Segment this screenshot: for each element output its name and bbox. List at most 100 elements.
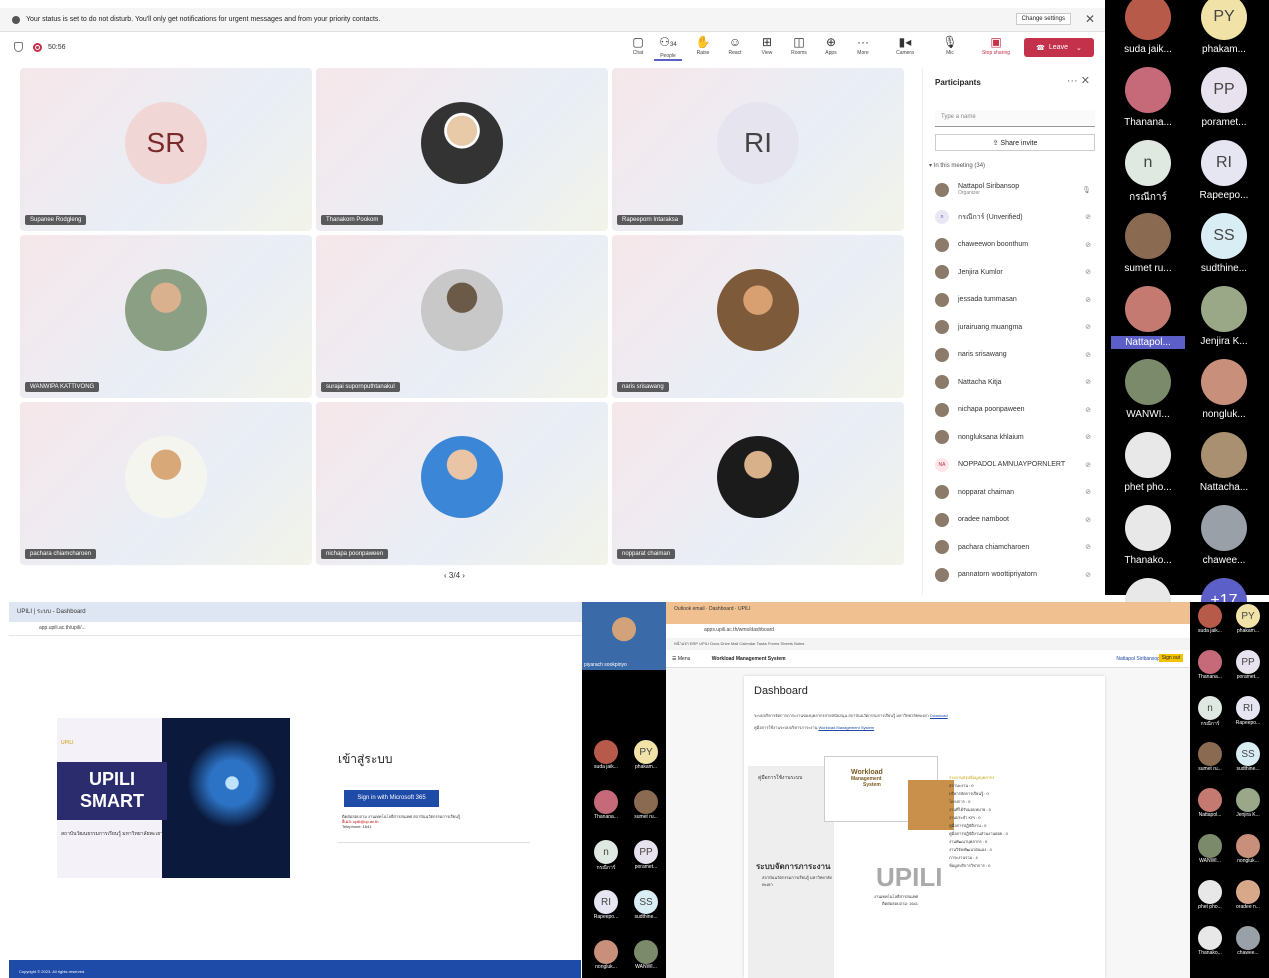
gallery-participant[interactable]: Nattapol... bbox=[1111, 286, 1185, 349]
gallery-participant[interactable]: Thanako... bbox=[1192, 926, 1228, 956]
react-button[interactable]: ☺ React bbox=[721, 35, 749, 56]
dnd-notification-bar: Your status is set to do not disturb. Yo… bbox=[0, 8, 1105, 32]
gallery-participant[interactable]: chawee... bbox=[1230, 926, 1266, 956]
menu-label[interactable]: Menu bbox=[678, 656, 691, 662]
more-button[interactable]: ··· More bbox=[849, 35, 877, 56]
mic-button[interactable]: 🎙︎ Mic bbox=[936, 35, 964, 56]
video-tile[interactable]: pachara chiamcharoen bbox=[20, 402, 312, 565]
rooms-button[interactable]: ◫ Rooms bbox=[785, 35, 813, 56]
share-invite-button[interactable]: ⇪ Share invite bbox=[935, 134, 1095, 151]
gallery-participant[interactable]: suda jaik... bbox=[1111, 0, 1185, 55]
close-icon[interactable]: ✕ bbox=[1085, 12, 1095, 26]
raise-hand-button[interactable]: ✋ Raise bbox=[689, 35, 717, 56]
chevron-right-icon[interactable]: › bbox=[462, 571, 465, 580]
gallery-participant[interactable]: Nattapol... bbox=[1192, 788, 1228, 818]
bookmarks-bar[interactable]: หน้าแรก ERP UPILI Docs Drive Mail Calend… bbox=[666, 638, 1190, 650]
participant-row[interactable]: jurairuang muangma ⊘ bbox=[935, 314, 1099, 342]
gallery-participant[interactable]: WANWI... bbox=[1192, 834, 1228, 864]
gallery-participant[interactable]: Jenjira K... bbox=[1187, 286, 1261, 347]
gallery-participant[interactable]: sumet ru... bbox=[1192, 742, 1228, 772]
gallery-participant[interactable]: SS sudthine... bbox=[1187, 213, 1261, 274]
gallery-participant[interactable]: nongluk... bbox=[1187, 359, 1261, 420]
user-name[interactable]: Nattapol Siribansop bbox=[1116, 656, 1160, 662]
address-bar[interactable]: app.upili.ac.th/upili/... bbox=[9, 622, 582, 636]
participant-row[interactable]: chaweewon boonthum ⊘ bbox=[935, 231, 1099, 259]
gallery-participant[interactable]: WANWI... bbox=[628, 940, 664, 970]
chevron-left-icon[interactable]: ‹ bbox=[444, 571, 447, 580]
participant-row[interactable]: nopparat chaiman ⊘ bbox=[935, 479, 1099, 507]
address-bar[interactable]: apps.upili.ac.th/wms/dashboard bbox=[666, 624, 1190, 638]
gallery-participant[interactable]: suda jaik... bbox=[588, 740, 624, 770]
download-link[interactable]: Download bbox=[930, 713, 948, 718]
gallery-participant[interactable]: SS sudthine... bbox=[1230, 742, 1266, 772]
gallery-participant[interactable]: PY phakam... bbox=[1187, 0, 1261, 55]
gallery-participant[interactable]: SS sudthine... bbox=[628, 890, 664, 920]
gallery-participant[interactable]: nongluk... bbox=[588, 940, 624, 970]
people-button[interactable]: ⚇34 People bbox=[654, 35, 682, 61]
panel-close-icon[interactable]: ··· ✕ bbox=[1067, 74, 1090, 87]
gallery-participant[interactable]: RI Rapeepo... bbox=[1187, 140, 1261, 201]
video-tile[interactable]: nichapa poonpaween bbox=[316, 402, 608, 565]
sign-out-button[interactable]: Sign out bbox=[1158, 654, 1183, 662]
browser-tab[interactable]: UPILI bbox=[738, 606, 751, 612]
change-settings-button[interactable]: Change settings bbox=[1015, 13, 1071, 25]
gallery-participant[interactable]: n กรณีการ์ bbox=[588, 840, 624, 872]
gallery-participant[interactable]: WANWI... bbox=[1111, 359, 1185, 420]
wms-link[interactable]: Workload Management System bbox=[818, 725, 874, 730]
view-button[interactable]: ⊞ View bbox=[753, 35, 781, 56]
gallery-participant[interactable]: Thanana... bbox=[1192, 650, 1228, 680]
gallery-participant[interactable]: phet pho... bbox=[1192, 880, 1228, 910]
video-tile[interactable]: naris srisawang bbox=[612, 235, 904, 398]
gallery-participant[interactable]: RI Rapeepo... bbox=[588, 890, 624, 920]
stop-sharing-button[interactable]: ▣ Stop sharing bbox=[978, 35, 1014, 56]
gallery-participant[interactable]: PY phakam... bbox=[628, 740, 664, 770]
participant-row[interactable]: NA NOPPADOL AMNUAYPORNLERT ⊘ bbox=[935, 451, 1099, 479]
gallery-participant[interactable]: PP poramet... bbox=[1187, 67, 1261, 128]
gallery-participant[interactable]: Nattacha... bbox=[1187, 432, 1261, 493]
gallery-participant[interactable]: n กรณีการ์ bbox=[1111, 140, 1185, 205]
participant-row[interactable]: Nattapol Siribansop Organizer 🎙︎ bbox=[935, 176, 1099, 204]
gallery-participant[interactable]: phet pho... bbox=[1111, 432, 1185, 493]
video-tile[interactable]: Thanakorn Pookom bbox=[316, 68, 608, 231]
gallery-participant[interactable]: sumet ru... bbox=[628, 790, 664, 820]
gallery-participant[interactable]: PP poramet... bbox=[628, 840, 664, 870]
participant-row[interactable]: naris srisawang ⊘ bbox=[935, 341, 1099, 369]
gallery-participant[interactable]: chawee... bbox=[1187, 505, 1261, 566]
gallery-participant[interactable]: Thanako... bbox=[1111, 505, 1185, 566]
chat-button[interactable]: ▢ Chat bbox=[624, 35, 652, 56]
gallery-participant[interactable]: PY phakam... bbox=[1230, 604, 1266, 634]
gallery-participant[interactable]: sumet ru... bbox=[1111, 213, 1185, 274]
gallery-participant[interactable]: oradee n... bbox=[1230, 880, 1266, 910]
browser-tab[interactable]: Dashboard bbox=[709, 606, 733, 612]
participant-row[interactable]: pachara chiamcharoen ⊘ bbox=[935, 534, 1099, 562]
in-meeting-section[interactable]: ▾ In this meeting (34) bbox=[929, 162, 985, 169]
participant-row[interactable]: oradee namboot ⊘ bbox=[935, 506, 1099, 534]
video-tile[interactable]: SR Supanee Rodgleng bbox=[20, 68, 312, 231]
participant-row[interactable]: pannatorn woottipriyatorn ⊘ bbox=[935, 561, 1099, 589]
gallery-participant[interactable]: n กรณีการ์ bbox=[1192, 696, 1228, 728]
camera-button[interactable]: ▮◂ Camera bbox=[891, 35, 919, 56]
video-tile[interactable]: WANWIPA KATTIVONG bbox=[20, 235, 312, 398]
video-tile[interactable]: surajai supornputhtanakul bbox=[316, 235, 608, 398]
participant-row[interactable]: Jenjira Kumlor ⊘ bbox=[935, 259, 1099, 287]
participant-row[interactable]: nongluksana khlaium ⊘ bbox=[935, 424, 1099, 452]
browser-tab[interactable]: Outlook email bbox=[674, 606, 705, 612]
participant-row[interactable]: n กรณีการ์ (Unverified) ⊘ bbox=[935, 204, 1099, 232]
gallery-participant[interactable]: Thanana... bbox=[1111, 67, 1185, 128]
leave-button[interactable]: ☎ Leave ⌄ bbox=[1024, 38, 1094, 57]
gallery-participant[interactable]: Thanana... bbox=[588, 790, 624, 820]
video-tile[interactable]: RI Rapeeporn Intaraksa bbox=[612, 68, 904, 231]
gallery-participant[interactable]: Jenjira K... bbox=[1230, 788, 1266, 818]
participant-row[interactable]: jessada tummasan ⊘ bbox=[935, 286, 1099, 314]
participant-row[interactable]: Nattacha Kitja ⊘ bbox=[935, 369, 1099, 397]
browser-tab[interactable]: UPILI | ระบบ - Dashboard bbox=[17, 609, 86, 615]
gallery-participant[interactable]: nongluk... bbox=[1230, 834, 1266, 864]
video-tile[interactable]: nopparat chaiman bbox=[612, 402, 904, 565]
participant-row[interactable]: nichapa poonpaween ⊘ bbox=[935, 396, 1099, 424]
gallery-participant[interactable]: suda jaik... bbox=[1192, 604, 1228, 634]
participant-search-input[interactable]: Type a name bbox=[935, 110, 1095, 127]
apps-button[interactable]: ⊕ Apps bbox=[817, 35, 845, 56]
gallery-participant[interactable]: RI Rapeepo... bbox=[1230, 696, 1266, 726]
sign-in-microsoft-button[interactable]: Sign in with Microsoft 365 bbox=[344, 790, 439, 807]
gallery-participant[interactable]: PP poramet... bbox=[1230, 650, 1266, 680]
